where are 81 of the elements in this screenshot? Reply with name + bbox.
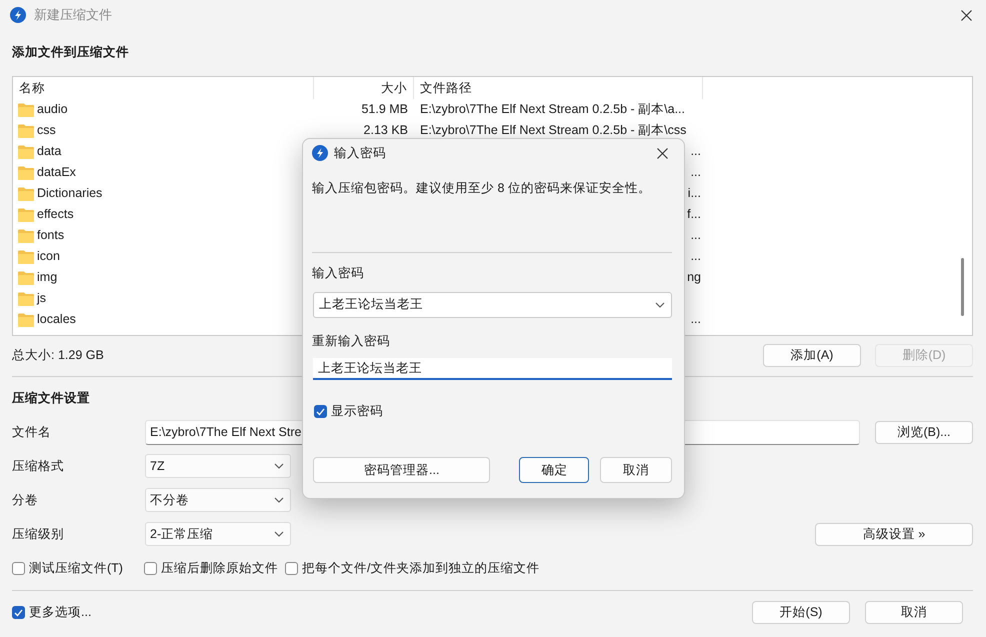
field-label: 重新输入密码 xyxy=(312,332,391,350)
password-combo[interactable]: 上老王论坛当老王 xyxy=(313,292,672,318)
scrollbar-thumb[interactable] xyxy=(961,258,964,316)
close-icon[interactable] xyxy=(961,10,972,21)
file-name: css xyxy=(37,122,56,140)
file-size: 51.9 MB xyxy=(361,101,408,118)
checkbox-label: 更多选项... xyxy=(29,604,92,622)
dropdown[interactable]: 不分卷 xyxy=(145,488,291,512)
button[interactable]: 开始(S) xyxy=(752,601,850,624)
folder-icon xyxy=(18,102,34,116)
file-path: E:\zybro\7The Elf Next Stream 0.2.5b - 副本\css xyxy=(420,122,686,140)
field-label: 压缩级别 xyxy=(12,526,65,543)
file-name: icon xyxy=(37,248,60,266)
checkbox[interactable] xyxy=(144,562,157,574)
folder-icon xyxy=(18,144,34,158)
file-path: ... xyxy=(690,164,701,182)
folder-icon xyxy=(18,208,34,222)
checkbox-label: 显示密码 xyxy=(331,403,383,420)
file-name: js xyxy=(37,290,46,308)
button[interactable]: 取消 xyxy=(600,457,672,484)
folder-icon xyxy=(18,124,34,138)
column-header[interactable]: 文件路径 xyxy=(414,77,703,99)
file-name: dataEx xyxy=(37,164,76,182)
section-heading: 压缩文件设置 xyxy=(12,390,90,406)
file-name: Dictionaries xyxy=(37,185,102,202)
checkbox[interactable] xyxy=(314,405,327,418)
checkbox[interactable] xyxy=(12,606,25,619)
column-header[interactable]: 大小 xyxy=(314,77,414,99)
file-path: ... xyxy=(690,311,701,328)
dropdown[interactable]: 7Z xyxy=(145,454,291,478)
file-name: img xyxy=(37,269,58,286)
button[interactable]: 确定 xyxy=(519,457,590,484)
chevron-down-icon xyxy=(274,463,284,469)
file-path: f... xyxy=(687,206,701,224)
column-header[interactable]: 名称 xyxy=(13,77,314,99)
window-title: 新建压缩文件 xyxy=(34,6,112,24)
checkbox-label: 把每个文件/文件夹添加到独立的压缩文件 xyxy=(302,560,540,577)
file-name: effects xyxy=(37,206,74,224)
dialog-description: 输入压缩包密码。建议使用至少 8 位的密码来保证安全性。 xyxy=(312,180,652,197)
file-path: E:\zybro\7The Elf Next Stream 0.2.5b - 副本\a... xyxy=(420,101,685,118)
field-label: 输入密码 xyxy=(312,264,365,282)
advanced-settings-button[interactable]: 高级设置 » xyxy=(815,522,973,546)
button[interactable]: 密码管理器... xyxy=(313,457,490,484)
button[interactable]: 取消 xyxy=(865,601,963,624)
file-path: i... xyxy=(688,185,701,202)
file-path: ... xyxy=(690,248,701,266)
file-name: locales xyxy=(37,311,76,328)
app-logo-icon xyxy=(10,7,26,23)
folder-icon xyxy=(18,228,34,242)
dropdown[interactable]: 2-正常压缩 xyxy=(145,522,291,546)
field-label: 分卷 xyxy=(12,492,39,509)
file-path: ... xyxy=(690,143,701,160)
file-path: ng xyxy=(687,269,701,286)
confirm-password-field[interactable]: 上老王论坛当老王 xyxy=(313,358,672,380)
checkbox[interactable] xyxy=(12,562,25,574)
close-icon[interactable] xyxy=(657,148,668,159)
total-size-label: 总大小: 1.29 GB xyxy=(12,346,104,364)
folder-icon xyxy=(18,166,34,180)
file-path: ... xyxy=(690,227,701,244)
chevron-down-icon xyxy=(274,531,284,537)
file-size: 2.13 KB xyxy=(364,122,408,140)
folder-icon xyxy=(18,312,34,326)
checkbox-label: 压缩后删除原始文件 xyxy=(161,560,278,577)
folder-icon xyxy=(18,292,34,306)
checkbox[interactable] xyxy=(285,562,298,574)
app-logo-icon xyxy=(312,145,328,161)
folder-icon xyxy=(18,270,34,284)
browse-button[interactable]: 浏览(B)... xyxy=(875,421,973,444)
dialog-title: 输入密码 xyxy=(334,144,386,162)
button[interactable]: 添加(A) xyxy=(763,344,861,366)
field-label: 文件名 xyxy=(12,424,52,442)
folder-icon xyxy=(18,250,34,264)
checkbox-label: 测试压缩文件(T) xyxy=(29,560,123,577)
field-label: 压缩格式 xyxy=(12,458,65,475)
file-name: data xyxy=(37,143,62,160)
section-heading: 添加文件到压缩文件 xyxy=(12,44,129,60)
folder-icon xyxy=(18,186,34,200)
chevron-down-icon xyxy=(655,302,665,308)
file-name: fonts xyxy=(37,227,64,244)
chevron-down-icon xyxy=(274,497,284,503)
file-name: audio xyxy=(37,101,68,118)
